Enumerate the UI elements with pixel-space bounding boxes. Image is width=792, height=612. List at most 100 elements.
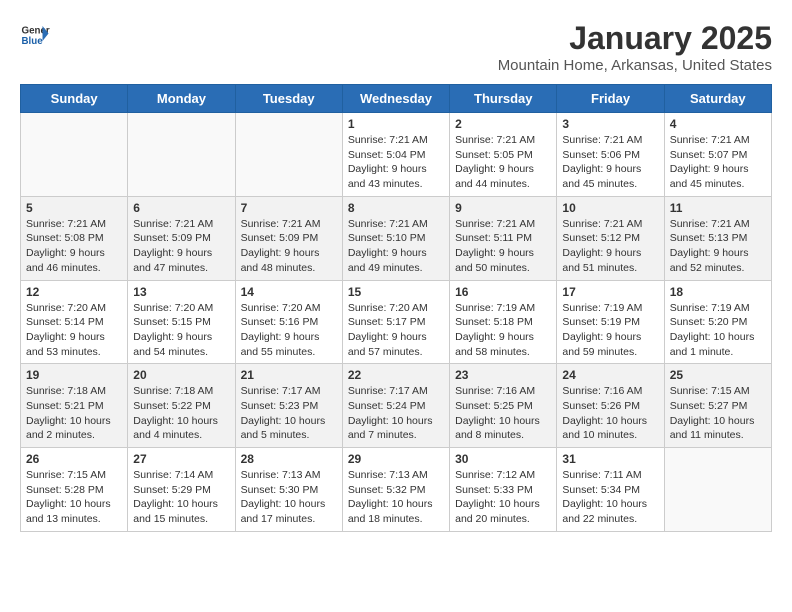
day-info: Sunrise: 7:21 AM Sunset: 5:11 PM Dayligh… — [455, 217, 551, 276]
day-number: 6 — [133, 201, 229, 215]
day-header-tuesday: Tuesday — [235, 85, 342, 113]
day-info: Sunrise: 7:19 AM Sunset: 5:19 PM Dayligh… — [562, 301, 658, 360]
calendar-cell: 24 Sunrise: 7:16 AM Sunset: 5:26 PM Dayli… — [557, 364, 664, 448]
day-info: Sunrise: 7:20 AM Sunset: 5:17 PM Dayligh… — [348, 301, 444, 360]
calendar-header-row: SundayMondayTuesdayWednesdayThursdayFrid… — [21, 85, 772, 113]
day-header-sunday: Sunday — [21, 85, 128, 113]
day-number: 8 — [348, 201, 444, 215]
calendar-week-5: 26Sunrise: 7:15 AM Sunset: 5:28 PM Dayli… — [21, 448, 772, 532]
calendar-cell: 13 Sunrise: 7:20 AM Sunset: 5:15 PM Dayli… — [128, 280, 235, 364]
day-info: Sunrise: 7:21 AM Sunset: 5:04 PM Dayligh… — [348, 133, 444, 192]
day-number: 23 — [455, 368, 551, 382]
day-number: 4 — [670, 117, 766, 131]
day-info: Sunrise: 7:17 AM Sunset: 5:24 PM Dayligh… — [348, 384, 444, 443]
calendar-cell: 28 Sunrise: 7:13 AM Sunset: 5:30 PM Dayli… — [235, 448, 342, 532]
day-number: 10 — [562, 201, 658, 215]
day-number: 28 — [241, 452, 337, 466]
day-number: 11 — [670, 201, 766, 215]
day-info: Sunrise: 7:19 AM Sunset: 5:18 PM Dayligh… — [455, 301, 551, 360]
calendar-cell: 11 Sunrise: 7:21 AM Sunset: 5:13 PM Dayli… — [664, 196, 771, 280]
calendar-cell: 21 Sunrise: 7:17 AM Sunset: 5:23 PM Dayli… — [235, 364, 342, 448]
day-info: Sunrise: 7:21 AM Sunset: 5:10 PM Dayligh… — [348, 217, 444, 276]
day-info: Sunrise: 7:21 AM Sunset: 5:06 PM Dayligh… — [562, 133, 658, 192]
calendar-cell: 2 Sunrise: 7:21 AM Sunset: 5:05 PM Daylig… — [450, 113, 557, 197]
calendar-table: SundayMondayTuesdayWednesdayThursdayFrid… — [20, 84, 772, 532]
day-header-monday: Monday — [128, 85, 235, 113]
calendar-cell — [664, 448, 771, 532]
day-info: Sunrise: 7:20 AM Sunset: 5:15 PM Dayligh… — [133, 301, 229, 360]
day-number: 19 — [26, 368, 122, 382]
calendar-cell: 19Sunrise: 7:18 AM Sunset: 5:21 PM Dayli… — [21, 364, 128, 448]
calendar-cell — [235, 113, 342, 197]
day-info: Sunrise: 7:15 AM Sunset: 5:27 PM Dayligh… — [670, 384, 766, 443]
day-info: Sunrise: 7:13 AM Sunset: 5:32 PM Dayligh… — [348, 468, 444, 527]
day-header-saturday: Saturday — [664, 85, 771, 113]
calendar-cell: 6 Sunrise: 7:21 AM Sunset: 5:09 PM Daylig… — [128, 196, 235, 280]
calendar-cell: 3 Sunrise: 7:21 AM Sunset: 5:06 PM Daylig… — [557, 113, 664, 197]
calendar-cell: 25 Sunrise: 7:15 AM Sunset: 5:27 PM Dayli… — [664, 364, 771, 448]
calendar-cell: 29 Sunrise: 7:13 AM Sunset: 5:32 PM Dayli… — [342, 448, 449, 532]
day-number: 14 — [241, 285, 337, 299]
day-info: Sunrise: 7:16 AM Sunset: 5:26 PM Dayligh… — [562, 384, 658, 443]
main-title: January 2025 — [498, 20, 772, 57]
day-number: 15 — [348, 285, 444, 299]
calendar-cell: 26Sunrise: 7:15 AM Sunset: 5:28 PM Dayli… — [21, 448, 128, 532]
day-number: 3 — [562, 117, 658, 131]
day-number: 12 — [26, 285, 122, 299]
calendar-cell: 7Sunrise: 7:21 AM Sunset: 5:09 PM Daylig… — [235, 196, 342, 280]
calendar-cell: 8 Sunrise: 7:21 AM Sunset: 5:10 PM Daylig… — [342, 196, 449, 280]
day-info: Sunrise: 7:21 AM Sunset: 5:09 PM Dayligh… — [133, 217, 229, 276]
calendar-cell: 22 Sunrise: 7:17 AM Sunset: 5:24 PM Dayli… — [342, 364, 449, 448]
calendar-cell: 30 Sunrise: 7:12 AM Sunset: 5:33 PM Dayli… — [450, 448, 557, 532]
day-number: 1 — [348, 117, 444, 131]
day-number: 29 — [348, 452, 444, 466]
calendar-cell: 15 Sunrise: 7:20 AM Sunset: 5:17 PM Dayli… — [342, 280, 449, 364]
day-info: Sunrise: 7:15 AM Sunset: 5:28 PM Dayligh… — [26, 468, 122, 527]
day-number: 9 — [455, 201, 551, 215]
calendar-week-4: 19Sunrise: 7:18 AM Sunset: 5:21 PM Dayli… — [21, 364, 772, 448]
day-info: Sunrise: 7:12 AM Sunset: 5:33 PM Dayligh… — [455, 468, 551, 527]
day-number: 20 — [133, 368, 229, 382]
day-number: 16 — [455, 285, 551, 299]
day-number: 13 — [133, 285, 229, 299]
calendar-cell: 31Sunrise: 7:11 AM Sunset: 5:34 PM Dayli… — [557, 448, 664, 532]
calendar-cell: 5Sunrise: 7:21 AM Sunset: 5:08 PM Daylig… — [21, 196, 128, 280]
day-header-friday: Friday — [557, 85, 664, 113]
calendar-cell: 1 Sunrise: 7:21 AM Sunset: 5:04 PM Daylig… — [342, 113, 449, 197]
day-info: Sunrise: 7:19 AM Sunset: 5:20 PM Dayligh… — [670, 301, 766, 360]
day-number: 22 — [348, 368, 444, 382]
day-info: Sunrise: 7:20 AM Sunset: 5:14 PM Dayligh… — [26, 301, 122, 360]
day-number: 25 — [670, 368, 766, 382]
calendar-cell: 4 Sunrise: 7:21 AM Sunset: 5:07 PM Daylig… — [664, 113, 771, 197]
calendar-week-1: 1 Sunrise: 7:21 AM Sunset: 5:04 PM Daylig… — [21, 113, 772, 197]
day-info: Sunrise: 7:21 AM Sunset: 5:05 PM Dayligh… — [455, 133, 551, 192]
day-number: 17 — [562, 285, 658, 299]
day-header-thursday: Thursday — [450, 85, 557, 113]
calendar-cell: 20 Sunrise: 7:18 AM Sunset: 5:22 PM Dayli… — [128, 364, 235, 448]
calendar-cell: 14Sunrise: 7:20 AM Sunset: 5:16 PM Dayli… — [235, 280, 342, 364]
calendar-cell: 18Sunrise: 7:19 AM Sunset: 5:20 PM Dayli… — [664, 280, 771, 364]
day-number: 30 — [455, 452, 551, 466]
svg-text:Blue: Blue — [22, 36, 44, 47]
subtitle: Mountain Home, Arkansas, United States — [498, 57, 772, 74]
day-number: 21 — [241, 368, 337, 382]
calendar-cell: 23Sunrise: 7:16 AM Sunset: 5:25 PM Dayli… — [450, 364, 557, 448]
day-info: Sunrise: 7:21 AM Sunset: 5:13 PM Dayligh… — [670, 217, 766, 276]
day-info: Sunrise: 7:21 AM Sunset: 5:08 PM Dayligh… — [26, 217, 122, 276]
calendar-week-3: 12 Sunrise: 7:20 AM Sunset: 5:14 PM Dayli… — [21, 280, 772, 364]
day-info: Sunrise: 7:18 AM Sunset: 5:22 PM Dayligh… — [133, 384, 229, 443]
day-info: Sunrise: 7:13 AM Sunset: 5:30 PM Dayligh… — [241, 468, 337, 527]
day-info: Sunrise: 7:21 AM Sunset: 5:07 PM Dayligh… — [670, 133, 766, 192]
logo: General Blue — [20, 20, 50, 50]
calendar-cell: 27Sunrise: 7:14 AM Sunset: 5:29 PM Dayli… — [128, 448, 235, 532]
day-number: 2 — [455, 117, 551, 131]
logo-icon: General Blue — [20, 20, 50, 50]
calendar-cell — [128, 113, 235, 197]
day-header-wednesday: Wednesday — [342, 85, 449, 113]
calendar-cell: 9 Sunrise: 7:21 AM Sunset: 5:11 PM Daylig… — [450, 196, 557, 280]
day-number: 31 — [562, 452, 658, 466]
day-number: 24 — [562, 368, 658, 382]
page-header: General Blue January 2025 Mountain Home,… — [20, 20, 772, 74]
title-section: January 2025 Mountain Home, Arkansas, Un… — [498, 20, 772, 74]
day-info: Sunrise: 7:17 AM Sunset: 5:23 PM Dayligh… — [241, 384, 337, 443]
